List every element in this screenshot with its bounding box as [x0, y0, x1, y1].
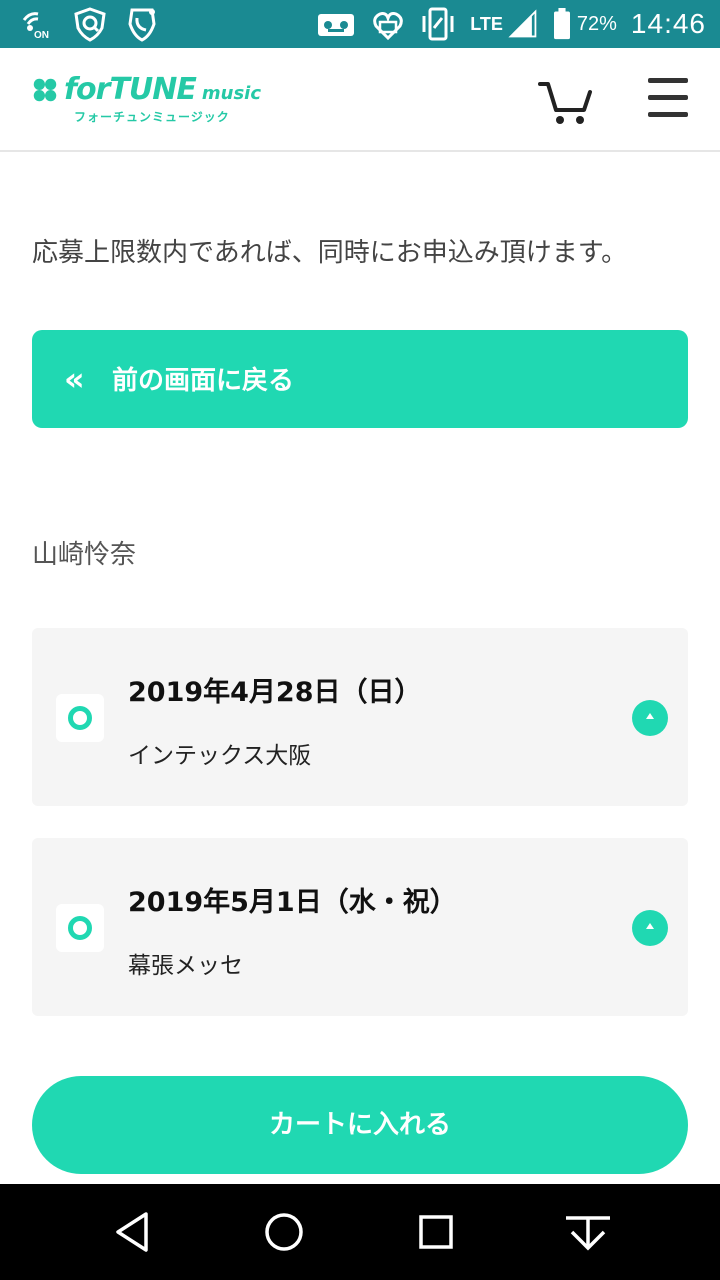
nfc-on-icon: ON: [22, 12, 49, 41]
logo-main: forTUNE music: [30, 72, 261, 107]
menu-icon[interactable]: [648, 78, 692, 122]
site-logo[interactable]: forTUNE music フォーチュンミュージック: [30, 72, 261, 128]
event-venue: 幕張メッセ: [128, 953, 243, 979]
event-radio[interactable]: [56, 904, 104, 952]
radio-ring-icon: [68, 916, 92, 940]
network-type: LTE: [470, 13, 503, 34]
gift-icon: [373, 12, 404, 41]
expand-toggle-icon[interactable]: [632, 700, 668, 736]
system-navigation-bar: [0, 1184, 720, 1280]
status-right-icons: LTE 72% 14:46: [316, 6, 706, 42]
battery-percent: 72%: [576, 12, 617, 35]
battery-indicator: 72%: [553, 8, 617, 40]
signal-icon: [508, 9, 537, 38]
status-bar: ON LTE 72% 14:46: [0, 0, 720, 48]
notification-pull-icon[interactable]: [564, 1208, 612, 1256]
back-nav-icon[interactable]: [108, 1208, 156, 1256]
back-button-label: 前の画面に戻る: [112, 366, 295, 396]
double-chevron-left-icon: «: [64, 360, 85, 398]
radio-ring-icon: [68, 706, 92, 730]
expand-toggle-icon[interactable]: [632, 910, 668, 946]
svg-text:ON: ON: [34, 30, 49, 41]
back-button[interactable]: « 前の画面に戻る: [32, 330, 688, 428]
logo-subtitle: フォーチュンミュージック: [74, 110, 230, 124]
event-date: 2019年4月28日（日）: [128, 677, 422, 708]
event-option[interactable]: 2019年4月28日（日） インテックス大阪: [32, 628, 688, 806]
home-nav-icon[interactable]: [260, 1208, 308, 1256]
site-header: forTUNE music フォーチュンミュージック: [0, 48, 720, 152]
add-to-cart-button[interactable]: カートに入れる: [32, 1076, 688, 1174]
logo-text: forTUNE: [64, 72, 197, 107]
clock: 14:46: [630, 8, 706, 39]
voicemail-icon: [318, 14, 355, 36]
event-date: 2019年5月1日（水・祝）: [128, 887, 457, 918]
member-name: 山崎怜奈: [32, 540, 137, 570]
event-radio[interactable]: [56, 694, 104, 742]
battery-icon: [553, 8, 570, 40]
status-left-icons: ON: [20, 6, 160, 42]
clover-icon: [33, 78, 57, 101]
logo-music: music: [201, 83, 262, 104]
event-venue: インテックス大阪: [128, 743, 312, 769]
network-indicator: LTE: [470, 6, 539, 42]
event-option[interactable]: 2019年5月1日（水・祝） 幕張メッセ: [32, 838, 688, 1016]
application-notice: 応募上限数内であれば、同時にお申込み頂けます。: [32, 238, 628, 268]
cart-icon[interactable]: [536, 76, 596, 126]
shield-icon: [74, 7, 106, 42]
recents-nav-icon[interactable]: [412, 1208, 460, 1256]
vibrate-icon: [422, 7, 454, 41]
call-icon: [128, 8, 156, 42]
